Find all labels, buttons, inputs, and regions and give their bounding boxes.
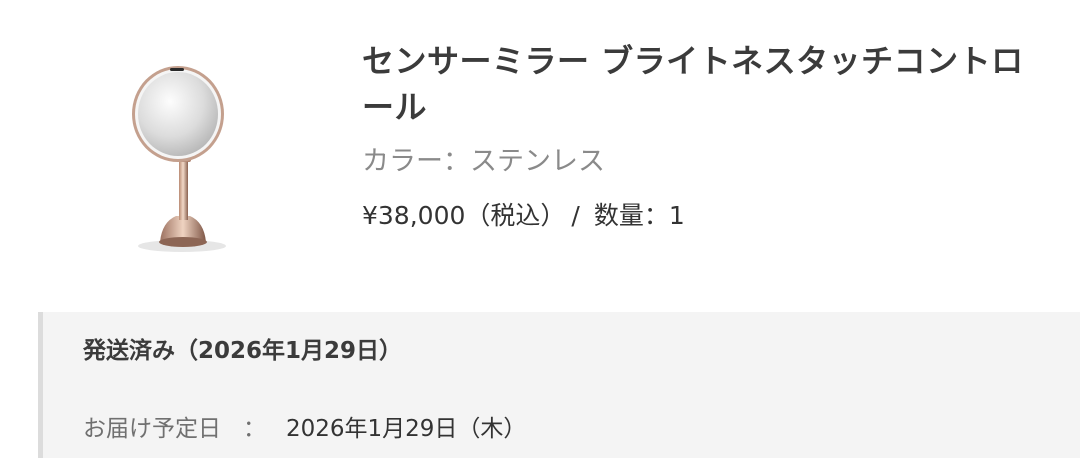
product-color: カラー：ステンレス <box>362 146 605 177</box>
sensor-mirror-product-image[interactable] <box>118 62 248 262</box>
shipment-status-box: 発送済み（2026年1月29日） お届け予定日 ： 2026年1月29日（木） <box>38 312 1080 458</box>
shipment-status: 発送済み（2026年1月29日） <box>83 338 403 364</box>
product-price: ¥38,000（税込） <box>362 201 566 230</box>
delivery-date-value: 2026年1月29日（木） <box>286 416 527 442</box>
product-quantity: 数量：1 <box>593 201 685 230</box>
product-title[interactable]: センサーミラー ブライトネスタッチコントロール <box>362 38 1052 130</box>
order-product-item: センサーミラー ブライトネスタッチコントロール カラー：ステンレス ¥38,00… <box>0 0 1080 290</box>
delivery-date-row: お届け予定日 ： 2026年1月29日（木） <box>83 412 526 446</box>
separator: / <box>571 201 580 230</box>
price-quantity-line: ¥38,000（税込） / 数量：1 <box>362 196 1052 236</box>
product-info: センサーミラー ブライトネスタッチコントロール カラー：ステンレス ¥38,00… <box>362 38 1052 236</box>
delivery-date-colon: ： <box>243 416 266 442</box>
delivery-date-label: お届け予定日 <box>83 416 221 442</box>
